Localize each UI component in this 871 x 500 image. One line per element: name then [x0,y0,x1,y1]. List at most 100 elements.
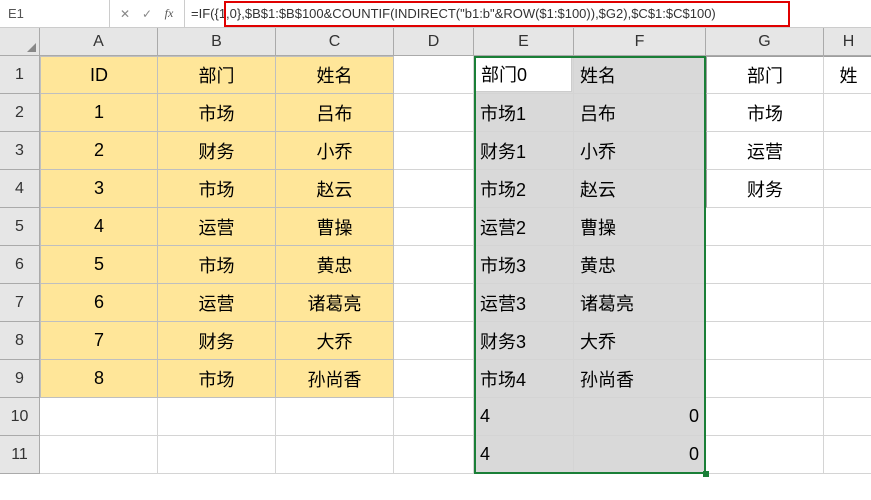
cell-d11[interactable] [394,436,474,474]
cell-e11[interactable]: 4 [474,436,574,474]
cell-f1[interactable]: 姓名 [574,56,706,94]
cell-h1[interactable]: 姓 [824,56,871,94]
cell-g9[interactable] [706,360,824,398]
row-header-11[interactable]: 11 [0,436,40,474]
cell-b9[interactable]: 市场 [158,360,276,398]
col-header-b[interactable]: B [158,28,276,56]
row-header-10[interactable]: 10 [0,398,40,436]
cell-a5[interactable]: 4 [40,208,158,246]
cell-f3[interactable]: 小乔 [574,132,706,170]
cell-b10[interactable] [158,398,276,436]
cell-f5[interactable]: 曹操 [574,208,706,246]
cell-g3[interactable]: 运营 [706,132,824,170]
cell-f8[interactable]: 大乔 [574,322,706,360]
cancel-icon[interactable]: ✕ [114,0,136,27]
cell-b7[interactable]: 运营 [158,284,276,322]
row-header-6[interactable]: 6 [0,246,40,284]
cell-c4[interactable]: 赵云 [276,170,394,208]
cell-a1[interactable]: ID [40,56,158,94]
cell-b5[interactable]: 运营 [158,208,276,246]
active-cell-e1[interactable]: 部门0 [474,56,572,92]
cell-f11[interactable]: 0 [574,436,706,474]
name-box[interactable]: E1 [0,0,110,27]
cell-e7[interactable]: 运营3 [474,284,574,322]
cell-c7[interactable]: 诸葛亮 [276,284,394,322]
cell-d2[interactable] [394,94,474,132]
cell-e9[interactable]: 市场4 [474,360,574,398]
cell-e10[interactable]: 4 [474,398,574,436]
cell-h6[interactable] [824,246,871,284]
cell-c6[interactable]: 黄忠 [276,246,394,284]
cell-h5[interactable] [824,208,871,246]
col-header-c[interactable]: C [276,28,394,56]
cell-f10[interactable]: 0 [574,398,706,436]
cell-g4[interactable]: 财务 [706,170,824,208]
cell-d6[interactable] [394,246,474,284]
cell-d5[interactable] [394,208,474,246]
cell-e4[interactable]: 市场2 [474,170,574,208]
cell-a8[interactable]: 7 [40,322,158,360]
cell-h4[interactable] [824,170,871,208]
row-header-1[interactable]: 1 [0,56,40,94]
cell-f4[interactable]: 赵云 [574,170,706,208]
cell-g6[interactable] [706,246,824,284]
cell-a9[interactable]: 8 [40,360,158,398]
row-header-9[interactable]: 9 [0,360,40,398]
col-header-h[interactable]: H [824,28,871,56]
cell-a11[interactable] [40,436,158,474]
cell-b4[interactable]: 市场 [158,170,276,208]
cell-h3[interactable] [824,132,871,170]
cell-a3[interactable]: 2 [40,132,158,170]
cell-h2[interactable] [824,94,871,132]
cell-b6[interactable]: 市场 [158,246,276,284]
cell-c8[interactable]: 大乔 [276,322,394,360]
row-header-7[interactable]: 7 [0,284,40,322]
fx-icon[interactable]: fx [158,0,180,27]
cell-c10[interactable] [276,398,394,436]
cell-g5[interactable] [706,208,824,246]
cell-d4[interactable] [394,170,474,208]
cell-d8[interactable] [394,322,474,360]
cell-g10[interactable] [706,398,824,436]
select-all-corner[interactable] [0,28,40,56]
cell-d7[interactable] [394,284,474,322]
row-header-5[interactable]: 5 [0,208,40,246]
col-header-d[interactable]: D [394,28,474,56]
cell-f6[interactable]: 黄忠 [574,246,706,284]
cell-b2[interactable]: 市场 [158,94,276,132]
cell-f2[interactable]: 吕布 [574,94,706,132]
cell-b3[interactable]: 财务 [158,132,276,170]
cell-a6[interactable]: 5 [40,246,158,284]
cell-g2[interactable]: 市场 [706,94,824,132]
row-header-4[interactable]: 4 [0,170,40,208]
cell-f9[interactable]: 孙尚香 [574,360,706,398]
cell-a4[interactable]: 3 [40,170,158,208]
col-header-g[interactable]: G [706,28,824,56]
cell-g1[interactable]: 部门 [706,56,824,94]
cell-h11[interactable] [824,436,871,474]
cell-b1[interactable]: 部门 [158,56,276,94]
cell-a2[interactable]: 1 [40,94,158,132]
cell-e6[interactable]: 市场3 [474,246,574,284]
cell-c3[interactable]: 小乔 [276,132,394,170]
cell-e3[interactable]: 财务1 [474,132,574,170]
cell-e2[interactable]: 市场1 [474,94,574,132]
cell-d9[interactable] [394,360,474,398]
cell-d10[interactable] [394,398,474,436]
cell-d3[interactable] [394,132,474,170]
cell-e8[interactable]: 财务3 [474,322,574,360]
cell-c5[interactable]: 曹操 [276,208,394,246]
row-header-8[interactable]: 8 [0,322,40,360]
cell-g8[interactable] [706,322,824,360]
cell-e5[interactable]: 运营2 [474,208,574,246]
col-header-a[interactable]: A [40,28,158,56]
cell-a7[interactable]: 6 [40,284,158,322]
cell-h9[interactable] [824,360,871,398]
cell-g7[interactable] [706,284,824,322]
cell-h10[interactable] [824,398,871,436]
col-header-e[interactable]: E [474,28,574,56]
confirm-icon[interactable]: ✓ [136,0,158,27]
cell-c1[interactable]: 姓名 [276,56,394,94]
cell-c2[interactable]: 吕布 [276,94,394,132]
col-header-f[interactable]: F [574,28,706,56]
